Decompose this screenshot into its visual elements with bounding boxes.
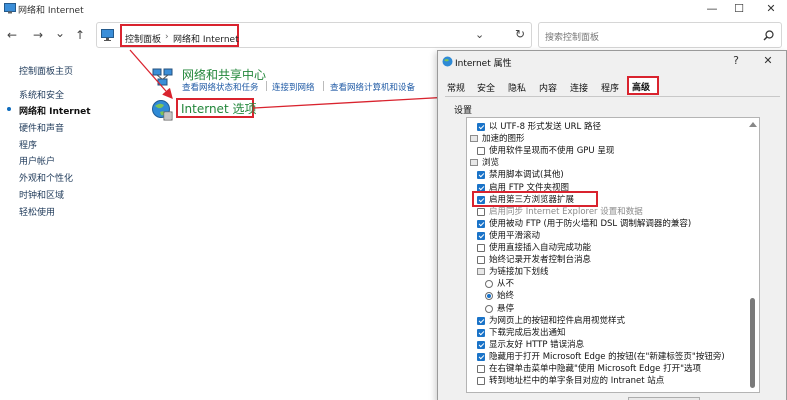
setting-label: 启用同步 Internet Explorer 设置和数据 <box>489 206 643 217</box>
dialog-title: Internet 属性 <box>455 59 512 69</box>
setting-label: 禁用脚本调试(其他) <box>489 170 564 181</box>
internet-options-icon <box>442 56 453 67</box>
setting-label: 为链接加下划线 <box>489 267 549 278</box>
setting-radio[interactable] <box>485 304 493 313</box>
setting-checkbox[interactable] <box>477 244 485 252</box>
breadcrumb-highlight: 控制面板 › 网络和 Internet <box>120 24 239 47</box>
setting-checkbox[interactable] <box>477 328 485 337</box>
tab-divider <box>445 96 780 97</box>
folder-icon <box>470 135 478 143</box>
setting-label: 始终记录开发者控制台消息 <box>489 255 592 266</box>
current-item-indicator <box>7 107 11 111</box>
forward-button[interactable]: → <box>30 27 46 43</box>
folder-icon <box>477 268 485 276</box>
sidebar-item-network-internet[interactable]: 网络和 Internet <box>19 104 91 117</box>
setting-label: 使用平滑滚动 <box>489 230 541 241</box>
sidebar-item-appearance[interactable]: 外观和个性化 <box>19 171 73 184</box>
advanced-settings-tree[interactable]: 以 UTF-8 形式发送 URL 路径加速的图形 使用软件呈现而不使用 GPU 呈… <box>466 117 760 393</box>
control-panel-window: 网络和 Internet — ☐ ✕ ← → ⌄ ↑ ⌄ ↻ 控制面板 › 网络… <box>0 0 787 400</box>
minimize-button[interactable]: — <box>697 0 727 18</box>
scroll-up-icon[interactable] <box>749 122 757 127</box>
recent-locations-button[interactable]: ⌄ <box>52 25 68 41</box>
sidebar-item-system-security[interactable]: 系统和安全 <box>19 88 64 101</box>
setting-checkbox[interactable] <box>477 340 485 349</box>
setting-label: 悬停 <box>497 303 515 314</box>
sidebar-item-clock-region[interactable]: 时钟和区域 <box>19 188 64 201</box>
tab-advanced[interactable]: 高级 <box>632 80 650 93</box>
setting-checkbox[interactable] <box>477 256 485 265</box>
setting-checkbox[interactable] <box>477 231 485 240</box>
tree-scrollbar[interactable] <box>746 118 759 392</box>
setting-checkbox[interactable] <box>477 171 485 180</box>
window-title: 网络和 Internet <box>18 6 84 16</box>
link-separator <box>323 81 324 91</box>
view-network-status-link[interactable]: 查看网络状态和任务 <box>182 81 259 93</box>
setting-label: 转到地址栏中的单字条目对应的 Intranet 站点 <box>489 376 665 387</box>
internet-options-icon <box>152 100 173 121</box>
tab-security[interactable]: 安全 <box>477 81 495 94</box>
control-panel-icon <box>4 3 16 14</box>
setting-label: 隐藏用于打开 Microsoft Edge 的按钮(在"新建标签页"按钮旁) <box>489 351 725 362</box>
network-center-icon <box>152 68 173 86</box>
sidebar-item-hardware-sound[interactable]: 硬件和声音 <box>19 121 64 134</box>
internet-options-link[interactable]: Internet 选项 <box>181 100 256 117</box>
setting-label: 从不 <box>497 279 515 290</box>
refresh-button[interactable]: ↻ <box>515 27 525 41</box>
search-input[interactable]: 搜索控制面板 <box>538 22 782 48</box>
setting-label: 为网页上的按钮和控件启用视觉样式 <box>489 315 626 326</box>
third-party-extensions-highlight <box>472 191 598 207</box>
setting-label: 在右键单击菜单中隐藏"使用 Microsoft Edge 打开"选项 <box>489 364 701 374</box>
setting-label: 使用直接插入自动完成功能 <box>489 243 592 253</box>
setting-checkbox[interactable] <box>477 207 485 216</box>
setting-checkbox[interactable] <box>477 147 485 156</box>
setting-label: 浏览 <box>482 158 500 169</box>
setting-label: 使用软件呈现而不使用 GPU 呈现 <box>489 146 615 157</box>
tab-content[interactable]: 内容 <box>539 81 557 94</box>
link-separator <box>266 81 267 91</box>
address-dropdown-button[interactable]: ⌄ <box>475 28 484 41</box>
sidebar-item-home[interactable]: 控制面板主页 <box>19 64 73 77</box>
dialog-help-button[interactable]: ? <box>726 52 746 70</box>
settings-label: 设置 <box>454 106 473 116</box>
internet-properties-dialog: Internet 属性 ? ✕ 常规 安全 隐私 内容 连接 程序 高级 设置 … <box>437 50 787 400</box>
setting-label: 始终 <box>497 291 515 302</box>
breadcrumb-network-internet[interactable]: 网络和 Internet <box>173 32 239 45</box>
sidebar-item-user-accounts[interactable]: 用户帐户 <box>19 154 55 167</box>
breadcrumb-control-panel[interactable]: 控制面板 <box>125 32 161 45</box>
setting-label: 以 UTF-8 形式发送 URL 路径 <box>489 122 601 132</box>
setting-checkbox[interactable] <box>477 352 485 361</box>
setting-checkbox[interactable] <box>477 316 485 325</box>
setting-label: 下载完成后发出通知 <box>489 327 566 338</box>
setting-checkbox[interactable] <box>477 219 485 228</box>
sidebar-item-programs[interactable]: 程序 <box>19 138 37 151</box>
setting-label: 加速的图形 <box>482 134 525 145</box>
folder-icon <box>470 159 478 167</box>
up-button[interactable]: ↑ <box>72 27 88 43</box>
setting-radio[interactable] <box>485 292 493 301</box>
sidebar-item-ease-of-access[interactable]: 轻松使用 <box>19 205 55 218</box>
setting-radio[interactable] <box>485 280 493 289</box>
setting-checkbox[interactable] <box>477 365 485 373</box>
setting-checkbox[interactable] <box>477 377 485 386</box>
scroll-thumb[interactable] <box>750 298 755 388</box>
breadcrumb-separator: › <box>165 32 169 42</box>
tab-privacy[interactable]: 隐私 <box>508 81 526 94</box>
setting-label: 使用被动 FTP (用于防火墙和 DSL 调制解调器的兼容) <box>489 218 692 229</box>
tab-connections[interactable]: 连接 <box>570 81 588 94</box>
maximize-button[interactable]: ☐ <box>724 0 754 18</box>
connect-to-network-link[interactable]: 连接到网络 <box>272 81 315 93</box>
view-network-computers-link[interactable]: 查看网络计算机和设备 <box>330 81 415 93</box>
search-icon[interactable] <box>763 30 774 41</box>
close-button[interactable]: ✕ <box>756 0 786 18</box>
search-placeholder: 搜索控制面板 <box>545 33 600 43</box>
setting-checkbox[interactable] <box>477 123 485 131</box>
tab-programs[interactable]: 程序 <box>601 81 619 94</box>
dialog-close-button[interactable]: ✕ <box>758 52 778 70</box>
control-panel-icon <box>101 29 114 41</box>
back-button[interactable]: ← <box>4 27 20 43</box>
setting-label: 显示友好 HTTP 错误消息 <box>489 339 585 350</box>
title-bar: 网络和 Internet — ☐ ✕ <box>0 0 787 18</box>
tab-general[interactable]: 常规 <box>447 81 465 94</box>
